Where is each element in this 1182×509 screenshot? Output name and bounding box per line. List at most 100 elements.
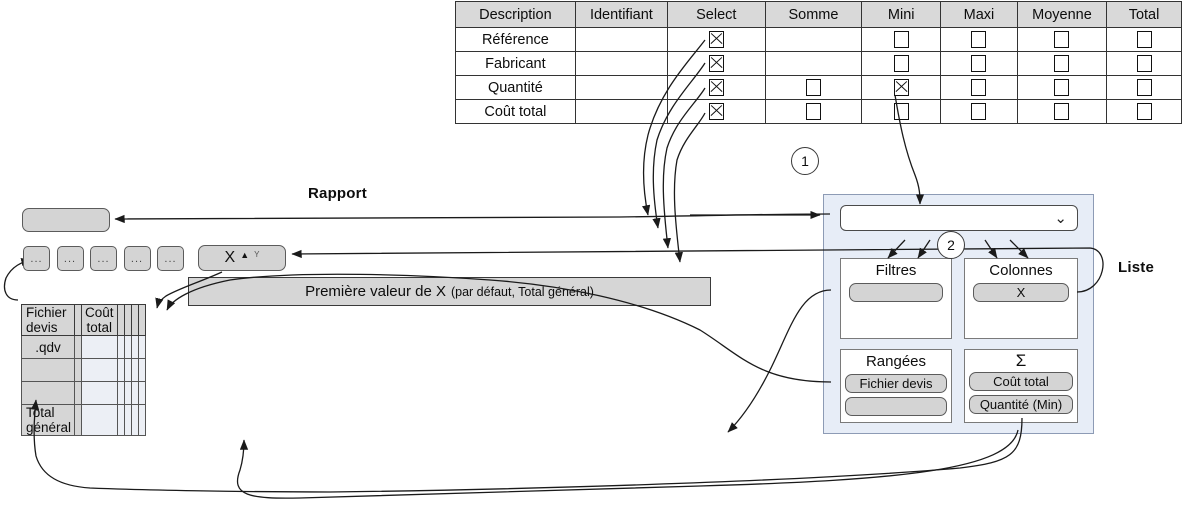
matrix-cell-description: Référence bbox=[455, 27, 576, 52]
zone-title-rangees: Rangées bbox=[865, 353, 927, 370]
checkbox-unchecked-icon[interactable] bbox=[971, 103, 987, 120]
checkbox-unchecked-icon[interactable] bbox=[805, 103, 821, 120]
matrix-cell-mini[interactable] bbox=[861, 75, 942, 100]
checkbox-checked-icon[interactable] bbox=[708, 103, 724, 120]
matrix-row: Référence bbox=[455, 27, 1182, 52]
colonnes-chip-x[interactable]: X bbox=[972, 283, 1070, 302]
checkbox-unchecked-icon[interactable] bbox=[1054, 55, 1070, 72]
report-data-cell bbox=[123, 335, 132, 359]
matrix-cell-description: Coût total bbox=[455, 99, 576, 124]
checkbox-unchecked-icon[interactable] bbox=[893, 31, 909, 48]
report-table-row bbox=[20, 381, 146, 405]
checkbox-unchecked-icon[interactable] bbox=[1054, 103, 1070, 120]
matrix-cell-moyenne[interactable] bbox=[1016, 51, 1108, 76]
matrix-cell-moyenne[interactable] bbox=[1016, 75, 1108, 100]
matrix-cell-maxi[interactable] bbox=[940, 27, 1018, 52]
report-table-row: .qdv bbox=[20, 335, 146, 359]
report-header-row: Fichier devis Coût total bbox=[20, 304, 146, 336]
report-ellipsis-button-4[interactable]: ... bbox=[123, 246, 151, 271]
report-table-row bbox=[20, 358, 146, 382]
matrix-cell-select[interactable] bbox=[667, 75, 766, 100]
pivot-zone-somme[interactable]: Σ Coût total Quantité (Min) bbox=[964, 349, 1078, 423]
matrix-cell-description: Fabricant bbox=[455, 51, 576, 76]
pivot-zone-filtres[interactable]: Filtres bbox=[840, 258, 952, 339]
rangees-chip-fichier-devis[interactable]: Fichier devis bbox=[845, 374, 947, 393]
checkbox-unchecked-icon[interactable] bbox=[893, 55, 909, 72]
report-row-blank bbox=[74, 404, 83, 436]
matrix-cell-identifiant bbox=[574, 75, 669, 100]
matrix-col-total: Total bbox=[1106, 1, 1182, 28]
pivot-zone-colonnes[interactable]: Colonnes X bbox=[964, 258, 1078, 339]
matrix-cell-moyenne[interactable] bbox=[1016, 99, 1108, 124]
report-data-cell bbox=[81, 335, 118, 359]
report-sort-xy-button[interactable]: X ▲ Y bbox=[198, 245, 286, 271]
filtres-chip[interactable] bbox=[848, 283, 944, 302]
checkbox-unchecked-icon[interactable] bbox=[1136, 103, 1152, 120]
matrix-cell-select[interactable] bbox=[667, 51, 766, 76]
report-data-cell bbox=[137, 381, 146, 405]
checkbox-checked-icon[interactable] bbox=[893, 79, 909, 96]
checkbox-checked-icon[interactable] bbox=[708, 79, 724, 96]
report-col-header-2 bbox=[116, 304, 125, 336]
matrix-cell-moyenne[interactable] bbox=[1016, 27, 1108, 52]
matrix-cell-total[interactable] bbox=[1106, 51, 1182, 76]
report-title-box[interactable] bbox=[22, 208, 110, 232]
report-ellipsis-button-5[interactable]: ... bbox=[157, 246, 184, 271]
matrix-cell-maxi[interactable] bbox=[940, 75, 1018, 100]
report-data-cell bbox=[116, 358, 125, 382]
matrix-cell-identifiant bbox=[574, 51, 669, 76]
super-header-note: (par défaut, Total général) bbox=[450, 284, 594, 299]
checkbox-unchecked-icon[interactable] bbox=[1054, 31, 1070, 48]
checkbox-unchecked-icon[interactable] bbox=[893, 103, 909, 120]
matrix-cell-maxi[interactable] bbox=[940, 51, 1018, 76]
checkbox-unchecked-icon[interactable] bbox=[1136, 31, 1152, 48]
report-ellipsis-button-2[interactable]: ... bbox=[56, 246, 84, 271]
matrix-cell-somme[interactable] bbox=[764, 99, 863, 124]
checkbox-unchecked-icon[interactable] bbox=[971, 55, 987, 72]
matrix-cell-identifiant bbox=[574, 27, 669, 52]
matrix-col-description: Description bbox=[455, 1, 576, 28]
report-ellipsis-button-1[interactable]: ... bbox=[23, 246, 50, 271]
matrix-cell-mini[interactable] bbox=[861, 99, 942, 124]
matrix-cell-select[interactable] bbox=[667, 27, 766, 52]
checkbox-unchecked-icon[interactable] bbox=[1054, 79, 1070, 96]
matrix-cell-description: Quantité bbox=[455, 75, 576, 100]
matrix-cell-somme[interactable] bbox=[764, 75, 863, 100]
checkbox-checked-icon[interactable] bbox=[708, 31, 724, 48]
rangees-chip-empty[interactable] bbox=[845, 397, 947, 416]
somme-chip-cout-total[interactable]: Coût total bbox=[969, 372, 1073, 391]
checkbox-unchecked-icon[interactable] bbox=[971, 31, 987, 48]
report-data-cell bbox=[137, 335, 146, 359]
report-row-header-label: Fichier devis bbox=[20, 304, 76, 336]
matrix-cell-select[interactable] bbox=[667, 99, 766, 124]
matrix-col-maxi: Maxi bbox=[940, 1, 1018, 28]
pivot-zone-rangees[interactable]: Rangées Fichier devis bbox=[840, 349, 952, 423]
matrix-cell-total[interactable] bbox=[1106, 99, 1182, 124]
matrix-cell-maxi[interactable] bbox=[940, 99, 1018, 124]
matrix-col-select: Select bbox=[667, 1, 766, 28]
matrix-cell-mini[interactable] bbox=[861, 51, 942, 76]
report-row-label: .qdv bbox=[20, 335, 76, 359]
matrix-cell-total[interactable] bbox=[1106, 27, 1182, 52]
matrix-row: Fabricant bbox=[455, 51, 1182, 76]
checkbox-unchecked-icon[interactable] bbox=[971, 79, 987, 96]
report-row-label: Total général bbox=[20, 404, 76, 436]
report-data-cell bbox=[123, 404, 132, 436]
checkbox-unchecked-icon[interactable] bbox=[1136, 55, 1152, 72]
checkbox-checked-icon[interactable] bbox=[708, 55, 724, 72]
report-data-cell bbox=[81, 404, 118, 436]
report-ellipsis-button-3[interactable]: ... bbox=[90, 246, 117, 271]
somme-chip-quantite-min[interactable]: Quantité (Min) bbox=[969, 395, 1073, 414]
matrix-cell-identifiant bbox=[574, 99, 669, 124]
step-marker-2: 2 bbox=[937, 231, 965, 259]
matrix-cell-mini[interactable] bbox=[861, 27, 942, 52]
report-header-blank bbox=[74, 304, 83, 336]
checkbox-unchecked-icon[interactable] bbox=[1136, 79, 1152, 96]
pivot-source-dropdown[interactable]: ⌄ bbox=[840, 205, 1078, 231]
matrix-cell-total[interactable] bbox=[1106, 75, 1182, 100]
checkbox-unchecked-icon[interactable] bbox=[805, 79, 821, 96]
report-data-cell bbox=[137, 404, 146, 436]
report-row-blank bbox=[74, 381, 83, 405]
matrix-col-identifiant: Identifiant bbox=[574, 1, 669, 28]
report-table-row: Total général bbox=[20, 404, 146, 436]
